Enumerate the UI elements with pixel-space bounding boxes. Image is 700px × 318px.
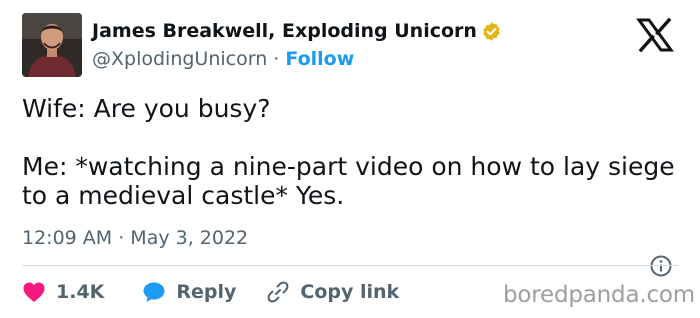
divider <box>22 265 678 266</box>
profile-photo <box>22 13 82 77</box>
like-button[interactable]: 1.4K <box>22 281 104 303</box>
tweet-text: Wife: Are you busy? Me: *watching a nine… <box>22 94 675 210</box>
reply-button[interactable]: Reply <box>142 281 236 303</box>
watermark: boredpanda.com <box>503 282 695 308</box>
author-name-row: James Breakwell, Exploding Unicorn <box>92 20 502 42</box>
avatar[interactable] <box>22 13 82 77</box>
copy-link-button[interactable]: Copy link <box>266 280 399 304</box>
info-icon[interactable] <box>650 255 672 277</box>
like-count: 1.4K <box>56 281 105 303</box>
separator-dot: · <box>273 48 280 70</box>
follow-button[interactable]: Follow <box>285 48 354 70</box>
verified-badge-icon <box>481 21 502 42</box>
author-name[interactable]: James Breakwell, Exploding Unicorn <box>92 20 477 42</box>
link-icon <box>266 280 290 304</box>
reply-label: Reply <box>176 281 237 303</box>
heart-icon <box>22 281 46 303</box>
speech-bubble-icon <box>142 281 166 303</box>
copy-link-label: Copy link <box>300 281 400 303</box>
tweet-timestamp[interactable]: 12:09 AM · May 3, 2022 <box>22 227 248 249</box>
action-bar: 1.4K Reply Copy link <box>22 278 399 306</box>
handle-row: @XplodingUnicorn · Follow <box>92 48 354 70</box>
x-logo-icon[interactable] <box>636 17 674 53</box>
author-handle[interactable]: @XplodingUnicorn <box>92 48 267 70</box>
